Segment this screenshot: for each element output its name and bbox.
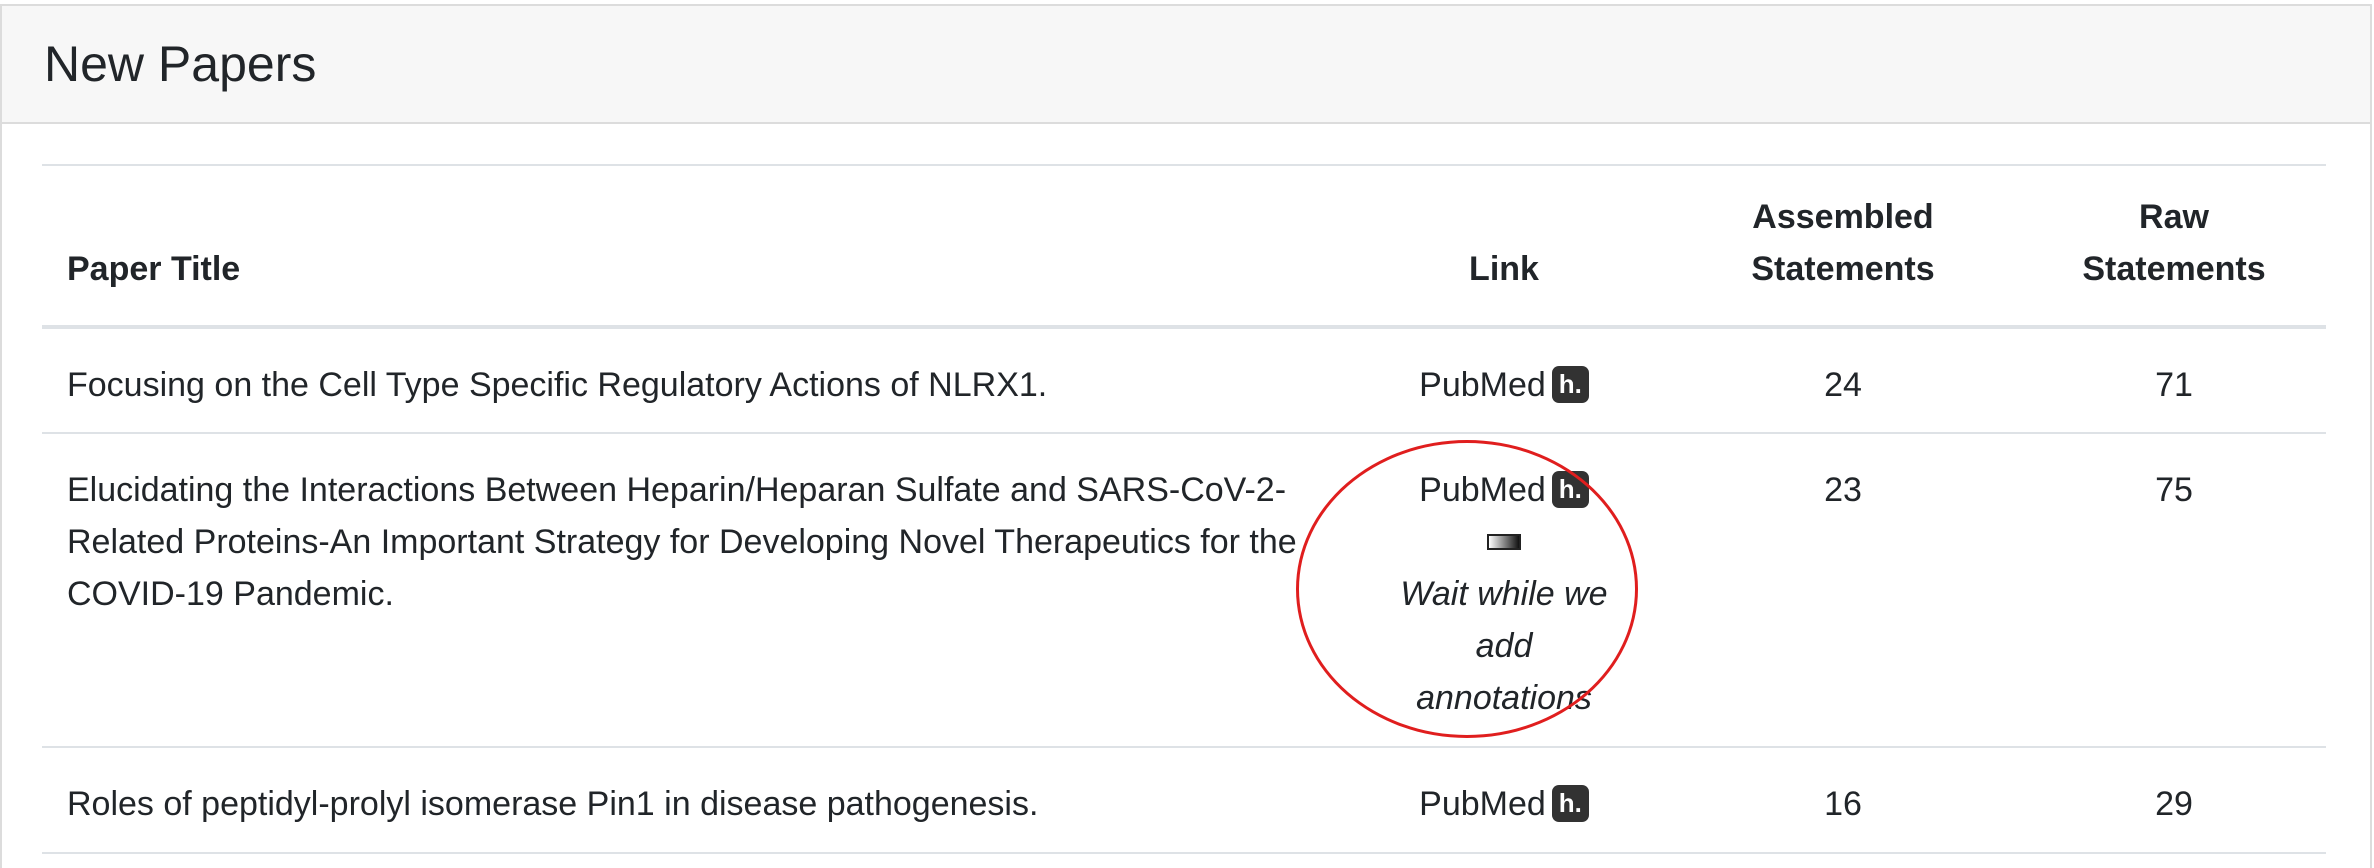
header-assembled-line1: Assembled xyxy=(1752,198,1934,236)
link-cell: PubMed h. xyxy=(1344,747,1664,853)
hypothesis-badge-icon[interactable]: h. xyxy=(1551,470,1589,508)
link-line: PubMed h. xyxy=(1419,464,1589,516)
raw-count: 29 xyxy=(2155,785,2193,823)
link-cell: PubMed h. Wait while we add annotations xyxy=(1344,433,1664,747)
pubmed-link[interactable]: PubMed xyxy=(1419,366,1546,404)
card-header: New Papers xyxy=(2,6,2370,124)
assembled-count: 24 xyxy=(1824,366,1862,404)
card-title: New Papers xyxy=(44,36,317,92)
hypothesis-badge-icon[interactable]: h. xyxy=(1551,365,1589,403)
loading-message: Wait while we add annotations xyxy=(1400,575,1608,717)
pubmed-link[interactable]: PubMed xyxy=(1419,471,1546,509)
table-row: Roles of peptidyl-prolyl isomerase Pin1 … xyxy=(42,747,2326,853)
raw-count: 71 xyxy=(2155,366,2193,404)
paper-title: Elucidating the Interactions Between Hep… xyxy=(67,471,1297,613)
table-body: Focusing on the Cell Type Specific Regul… xyxy=(42,327,2326,853)
table-header: Paper Title Link Assembled Statements Ra… xyxy=(42,165,2326,327)
header-raw-statements: Raw Statements xyxy=(2082,198,2266,288)
hypothesis-badge-icon[interactable]: h. xyxy=(1551,784,1589,822)
header-paper-title: Paper Title xyxy=(67,250,241,288)
assembled-count: 16 xyxy=(1824,785,1862,823)
link-wrap: PubMed h. Wait while we add annotations xyxy=(1369,464,1639,724)
header-row: Paper Title Link Assembled Statements Ra… xyxy=(42,165,2326,327)
header-link: Link xyxy=(1469,250,1539,288)
assembled-count: 23 xyxy=(1824,471,1862,509)
header-assembled-statements: Assembled Statements xyxy=(1664,165,2022,327)
table-row: Elucidating the Interactions Between Hep… xyxy=(42,433,2326,747)
link-cell: PubMed h. xyxy=(1344,327,1664,433)
link-wrap: PubMed h. xyxy=(1369,778,1639,830)
progress-bar-icon xyxy=(1487,534,1521,550)
paper-title: Roles of peptidyl-prolyl isomerase Pin1 … xyxy=(67,785,1039,823)
link-wrap: PubMed h. xyxy=(1369,359,1639,411)
link-line: PubMed h. xyxy=(1419,778,1589,830)
papers-table: Paper Title Link Assembled Statements Ra… xyxy=(42,164,2326,854)
raw-count: 75 xyxy=(2155,471,2193,509)
link-line: PubMed h. xyxy=(1419,359,1589,411)
pubmed-link[interactable]: PubMed xyxy=(1419,785,1546,823)
header-assembled-line2: Statements xyxy=(1751,250,1935,288)
paper-title: Focusing on the Cell Type Specific Regul… xyxy=(67,366,1048,404)
table-row: Focusing on the Cell Type Specific Regul… xyxy=(42,327,2326,433)
